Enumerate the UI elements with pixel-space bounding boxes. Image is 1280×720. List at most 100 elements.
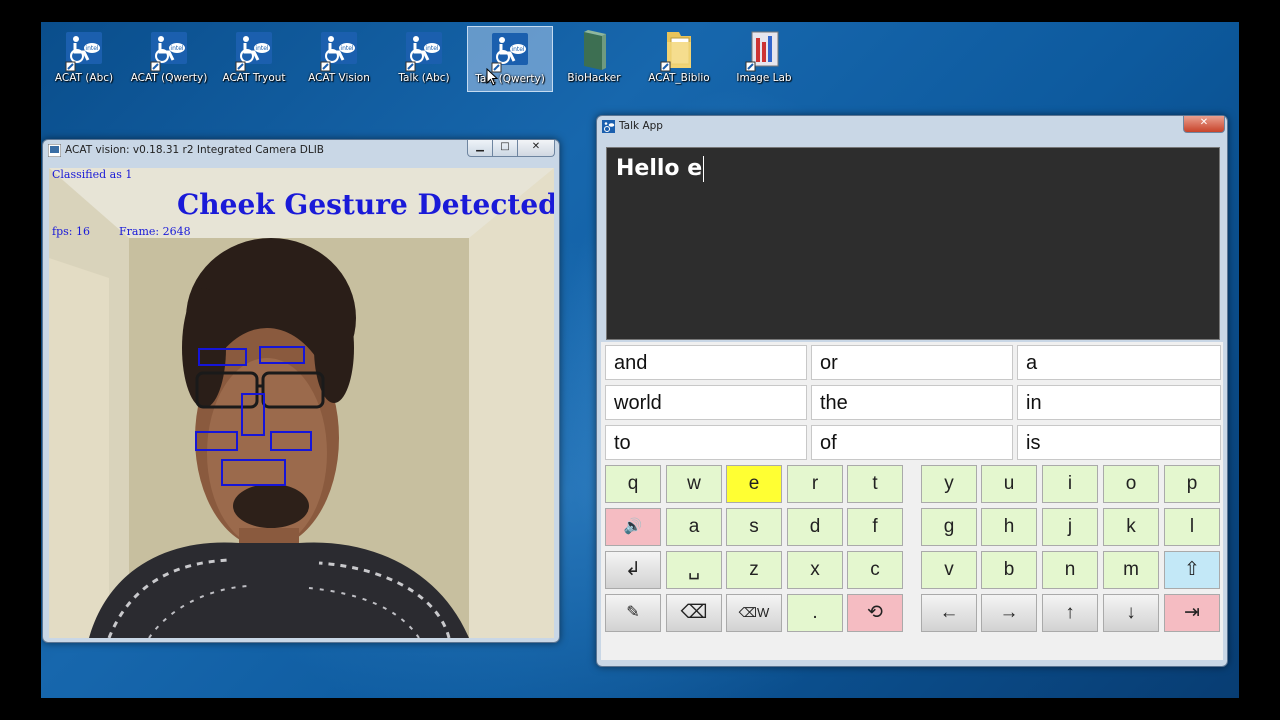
desktop-icon-biohacker[interactable]: BioHacker: [552, 26, 636, 90]
key-period[interactable]: .: [787, 594, 843, 632]
enter-icon[interactable]: ↲: [605, 551, 661, 589]
desktop-icon-image-lab[interactable]: Image Lab: [722, 26, 806, 90]
undo-icon[interactable]: ⟲: [847, 594, 903, 632]
key-p[interactable]: p: [1164, 465, 1220, 503]
text-area[interactable]: Hello e: [606, 147, 1220, 340]
key-e[interactable]: e: [726, 465, 782, 503]
key-r[interactable]: r: [787, 465, 843, 503]
shift-icon[interactable]: ⇧: [1164, 551, 1220, 589]
backspace-icon[interactable]: ⌫: [666, 594, 722, 632]
key-d[interactable]: d: [787, 508, 843, 546]
eyebrow-right-box: [259, 346, 305, 364]
key-k[interactable]: k: [1103, 508, 1159, 546]
nose-box: [241, 393, 265, 436]
key-y[interactable]: y: [921, 465, 977, 503]
title-bar[interactable]: ACAT vision: v0.18.31 r2 Integrated Came…: [43, 140, 559, 162]
word-prediction[interactable]: or: [811, 345, 1013, 380]
key-q[interactable]: q: [605, 465, 661, 503]
keyboard-panel: and or a world the in to of is q w e r t…: [601, 342, 1223, 660]
camera-feed: Classified as 1 Cheek Gesture Detected f…: [49, 168, 554, 638]
desktop-icon-acat-biblio[interactable]: ACAT_Biblio: [637, 26, 721, 90]
key-b[interactable]: b: [981, 551, 1037, 589]
desktop-icon-label: Talk (Abc): [398, 72, 450, 84]
word-prediction[interactable]: is: [1017, 425, 1221, 460]
mouse-cursor-icon: [486, 68, 498, 86]
desktop: intel ACAT (Abc) intel ACAT (Qwerty) int…: [41, 22, 1239, 698]
key-l[interactable]: l: [1164, 508, 1220, 546]
acat-vision-window[interactable]: ACAT vision: v0.18.31 r2 Integrated Came…: [42, 139, 560, 643]
acat-wheelchair-icon: intel: [320, 32, 357, 72]
eraser-icon[interactable]: ✎: [605, 594, 661, 632]
desktop-icon-acat-vision[interactable]: intel ACAT Vision: [297, 26, 381, 90]
desktop-icon-label: ACAT_Biblio: [648, 72, 710, 84]
key-h[interactable]: h: [981, 508, 1037, 546]
desktop-icon-label: Image Lab: [736, 72, 792, 84]
key-i[interactable]: i: [1042, 465, 1098, 503]
key-a[interactable]: a: [666, 508, 722, 546]
close-button[interactable]: ✕: [517, 140, 555, 157]
key-v[interactable]: v: [921, 551, 977, 589]
speak-icon[interactable]: 🔊: [605, 508, 661, 546]
word-prediction[interactable]: and: [605, 345, 807, 380]
close-button[interactable]: ✕: [1183, 116, 1225, 133]
key-z[interactable]: z: [726, 551, 782, 589]
acat-wheelchair-icon: intel: [150, 32, 187, 72]
book-icon: [584, 30, 606, 70]
text-caret: [703, 156, 705, 182]
key-f[interactable]: f: [847, 508, 903, 546]
image-lab-icon: [745, 31, 779, 72]
gesture-detected-label: Cheek Gesture Detected: [177, 188, 554, 221]
exit-icon[interactable]: ⇥: [1164, 594, 1220, 632]
arrow-down-icon[interactable]: ↓: [1103, 594, 1159, 632]
arrow-up-icon[interactable]: ↑: [1042, 594, 1098, 632]
key-s[interactable]: s: [726, 508, 782, 546]
word-prediction[interactable]: world: [605, 385, 807, 420]
key-t[interactable]: t: [847, 465, 903, 503]
acat-wheelchair-icon: intel: [235, 32, 272, 72]
word-prediction[interactable]: a: [1017, 345, 1221, 380]
desktop-icon-label: ACAT (Qwerty): [130, 72, 208, 84]
key-u[interactable]: u: [981, 465, 1037, 503]
desktop-icon-label: ACAT Tryout: [222, 72, 286, 84]
desktop-icon-label: Talk (Qwerty): [475, 73, 545, 85]
word-prediction[interactable]: of: [811, 425, 1013, 460]
acat-wheelchair-icon: intel: [65, 32, 102, 72]
key-m[interactable]: m: [1103, 551, 1159, 589]
svg-text:intel: intel: [85, 45, 99, 52]
acat-wheelchair-icon: [602, 120, 615, 133]
desktop-icon-acat-abc[interactable]: intel ACAT (Abc): [42, 26, 126, 90]
key-o[interactable]: o: [1103, 465, 1159, 503]
typed-text: Hello e: [616, 156, 703, 181]
maximize-button[interactable]: □: [492, 140, 518, 157]
key-g[interactable]: g: [921, 508, 977, 546]
desktop-icon-talk-qwerty[interactable]: intel Talk (Qwerty): [467, 26, 553, 92]
title-bar[interactable]: Talk App ✕: [597, 116, 1227, 138]
frame-label: Frame: 2648: [119, 225, 191, 238]
window-title: Talk App: [619, 120, 663, 132]
desktop-icon-acat-qwerty[interactable]: intel ACAT (Qwerty): [127, 26, 211, 90]
key-x[interactable]: x: [787, 551, 843, 589]
acat-wheelchair-icon: intel: [405, 32, 442, 72]
arrow-right-icon[interactable]: →: [981, 594, 1037, 632]
key-c[interactable]: c: [847, 551, 903, 589]
desktop-icon-label: ACAT (Abc): [54, 72, 114, 84]
word-prediction[interactable]: the: [811, 385, 1013, 420]
delete-word-icon[interactable]: ⌫W: [726, 594, 782, 632]
acat-wheelchair-icon: intel: [491, 33, 528, 73]
arrow-left-icon[interactable]: ←: [921, 594, 977, 632]
key-n[interactable]: n: [1042, 551, 1098, 589]
cheek-right-box: [270, 431, 312, 451]
fps-label: fps: 16: [52, 225, 90, 238]
word-prediction[interactable]: in: [1017, 385, 1221, 420]
camera-image: [49, 168, 554, 638]
desktop-icon-talk-abc[interactable]: intel Talk (Abc): [382, 26, 466, 90]
talk-app-window[interactable]: Talk App ✕ Hello e and or a world the in…: [596, 115, 1228, 667]
desktop-icon-label: BioHacker: [567, 72, 621, 84]
desktop-icon-acat-tryout[interactable]: intel ACAT Tryout: [212, 26, 296, 90]
key-w[interactable]: w: [666, 465, 722, 503]
svg-text:intel: intel: [170, 45, 184, 52]
minimize-button[interactable]: ▁: [467, 140, 493, 157]
space-icon[interactable]: ␣: [666, 551, 722, 589]
word-prediction[interactable]: to: [605, 425, 807, 460]
key-j[interactable]: j: [1042, 508, 1098, 546]
